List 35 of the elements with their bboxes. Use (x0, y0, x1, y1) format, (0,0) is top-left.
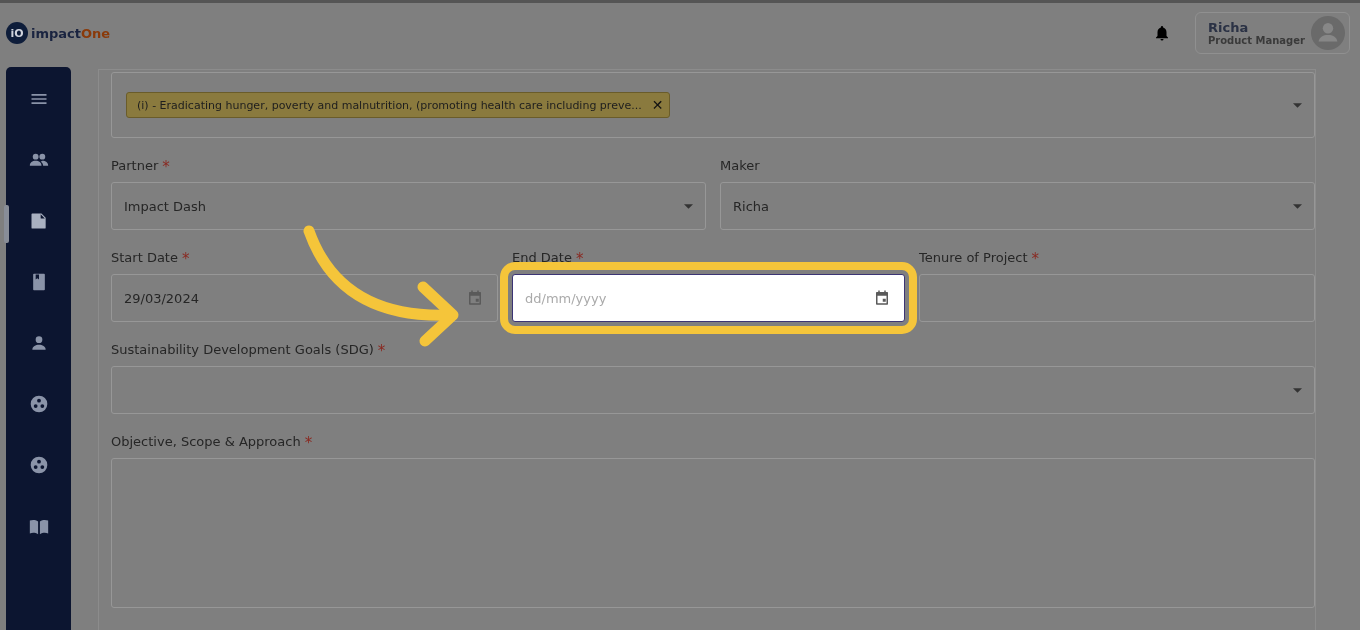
required-mark: * (1031, 250, 1040, 268)
required-mark: * (377, 342, 386, 360)
required-mark: * (162, 158, 170, 176)
circles-icon[interactable] (28, 455, 49, 475)
caret-icon (684, 203, 693, 209)
user-name: Richa (1207, 20, 1250, 35)
field-label: Tenure of Project (919, 250, 1028, 265)
avatar-icon (1311, 16, 1345, 50)
circles-icon[interactable] (28, 394, 49, 414)
logo-mark: iO (6, 22, 28, 44)
field-label: Start Date (111, 250, 178, 265)
select-field[interactable]: Richa (720, 182, 1315, 230)
required-mark: * (304, 434, 313, 452)
logo-text: impactOne (31, 25, 111, 41)
field-label: Partner (111, 158, 159, 173)
focus-area-select[interactable]: (i) - Eradicating hunger, poverty and malnutrition, (promoting health care including preve... ✕ (111, 72, 1315, 138)
field-label: Maker (720, 158, 760, 173)
input-field[interactable] (919, 274, 1315, 322)
required-mark: * (575, 250, 584, 268)
required-mark: * (181, 250, 190, 268)
select-field[interactable] (111, 366, 1315, 414)
caret-icon (1293, 387, 1302, 393)
remove-button[interactable]: ✕ (651, 97, 664, 113)
field-label: Objective, Scope & Approach (111, 434, 301, 449)
field-value: Impact Dash (124, 198, 207, 214)
field-label: Sustainability Development Goals (SDG) (111, 342, 374, 357)
caret-icon (1293, 102, 1302, 108)
select-field[interactable]: Impact Dash (111, 182, 706, 230)
caret-icon (1293, 203, 1302, 209)
user-role: Product Manager (1207, 35, 1305, 46)
calendar-icon[interactable] (873, 289, 891, 307)
tag-label: (i) - Eradicating hunger, poverty and malnutrition, (promoting health care including preve... (137, 98, 642, 112)
user-menu[interactable]: Richa Product Manager (1194, 12, 1350, 54)
field-label: End Date (512, 250, 572, 265)
field-value: Richa (733, 198, 769, 214)
